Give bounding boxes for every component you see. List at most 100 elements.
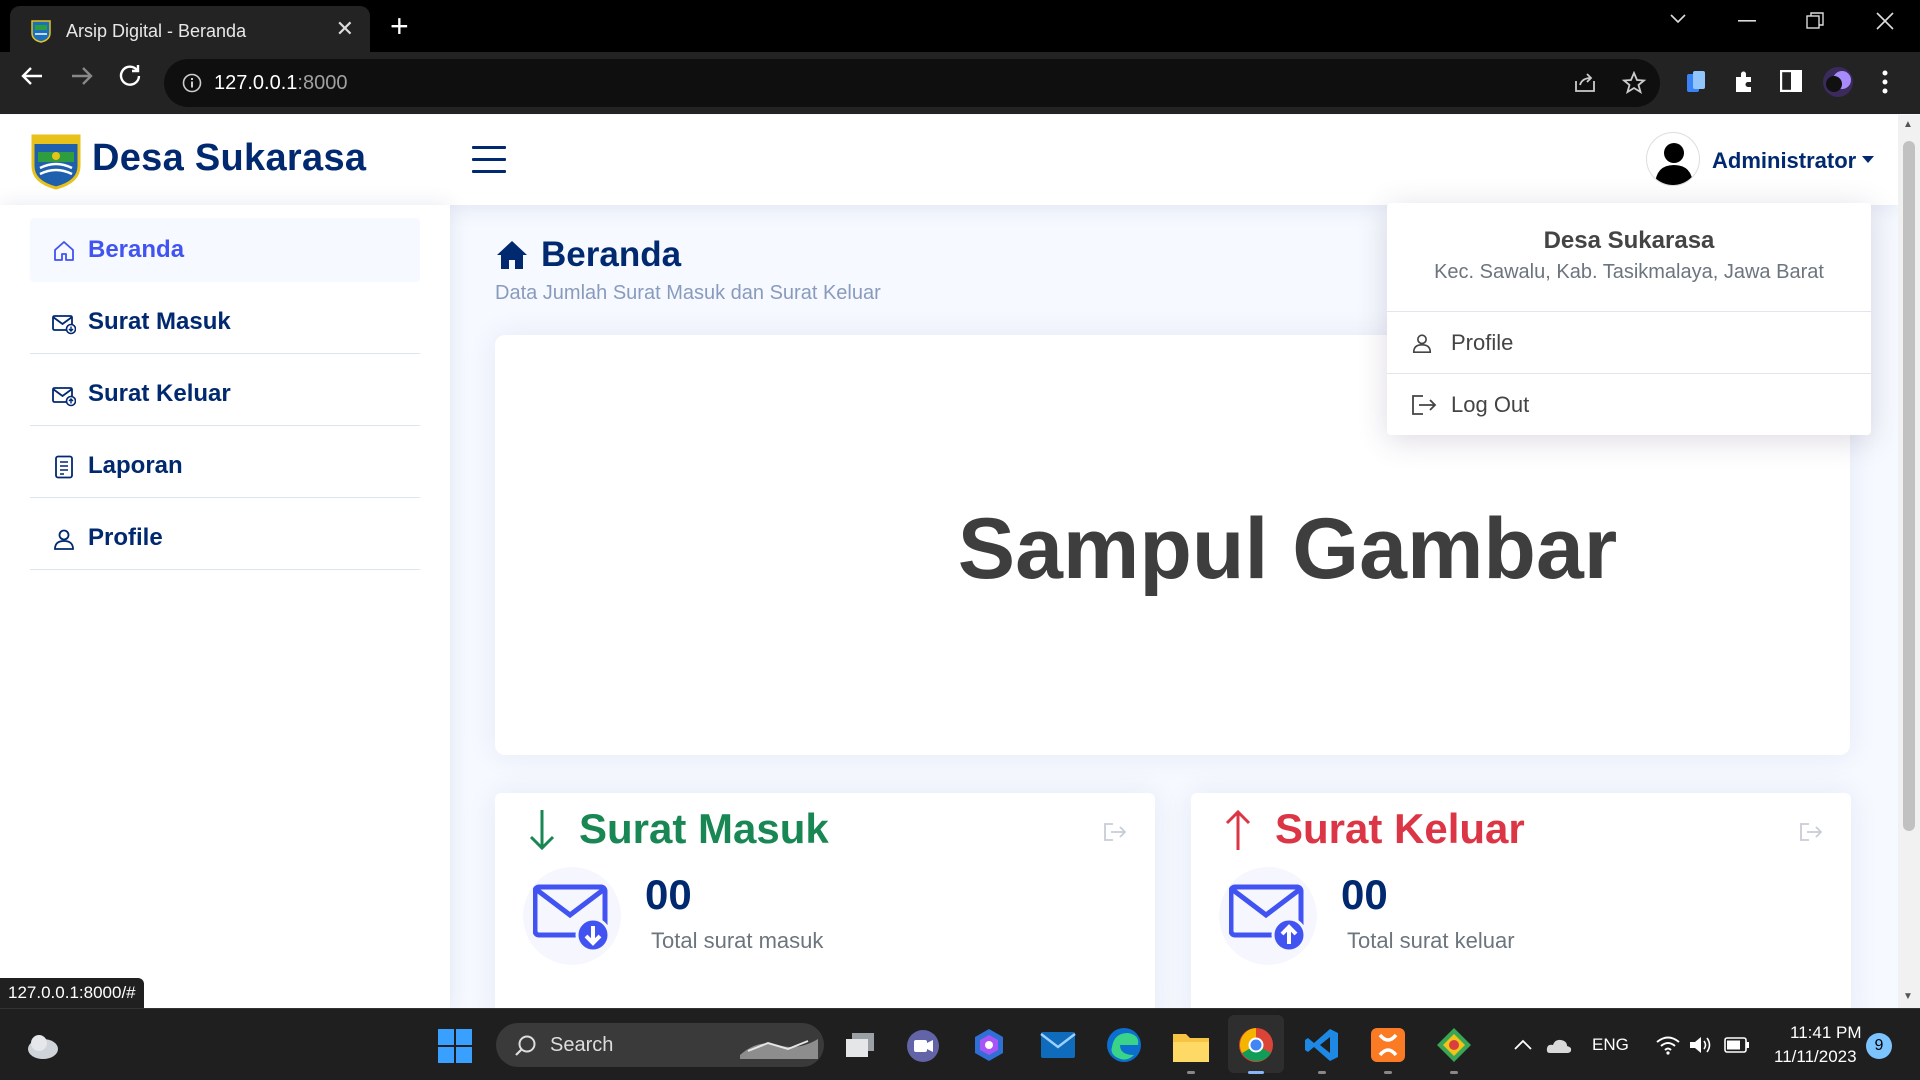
open-link-icon[interactable] <box>1103 822 1127 842</box>
search-highlight-icon <box>740 1039 818 1059</box>
side-panel-icon[interactable] <box>1780 70 1802 92</box>
profile-avatar-icon[interactable] <box>1822 66 1854 98</box>
copilot-icon[interactable] <box>972 1027 1006 1063</box>
new-tab-button[interactable]: + <box>390 8 409 45</box>
count-caption: Total surat masuk <box>651 928 824 953</box>
caret-down-icon[interactable] <box>1862 156 1874 163</box>
page-title: Beranda <box>541 235 682 274</box>
sidebar-item-surat-keluar[interactable]: Surat Keluar <box>30 362 420 426</box>
user-avatar[interactable] <box>1646 132 1700 186</box>
battery-icon[interactable] <box>1724 1037 1750 1053</box>
search-label: Search <box>550 1034 614 1056</box>
card-surat-keluar: Surat Keluar 00 Total surat keluar <box>1191 793 1851 1008</box>
browser-tab[interactable]: Arsip Digital - Beranda ✕ <box>10 6 370 52</box>
forward-icon[interactable] <box>70 66 94 86</box>
running-indicator <box>1248 1071 1264 1074</box>
dropdown-address: Kec. Sawalu, Kab. Tasikmalaya, Jawa Bara… <box>1434 261 1824 283</box>
person-icon <box>1412 334 1432 353</box>
task-view-icon[interactable] <box>844 1031 876 1061</box>
edge-icon[interactable] <box>1106 1027 1142 1063</box>
sidebar-item-label: Surat Masuk <box>88 308 231 335</box>
back-icon[interactable] <box>20 66 44 86</box>
home-icon <box>54 241 74 261</box>
count-caption: Total surat keluar <box>1347 928 1515 953</box>
scroll-down-icon[interactable]: ▼ <box>1903 991 1913 1002</box>
restore-icon[interactable] <box>1806 12 1824 30</box>
language-indicator[interactable]: ENG <box>1592 1035 1629 1055</box>
address-bar[interactable]: 127.0.0.1:8000 <box>164 59 1660 107</box>
mail-app-icon[interactable] <box>1040 1031 1076 1059</box>
mail-upload-icon <box>1229 884 1307 953</box>
wifi-icon[interactable] <box>1656 1035 1680 1055</box>
extensions-puzzle-icon[interactable] <box>1732 70 1756 94</box>
taskbar-search-box[interactable]: Search <box>496 1023 824 1067</box>
notification-badge[interactable]: 9 <box>1866 1033 1892 1059</box>
sidebar-item-beranda[interactable]: Beranda <box>30 218 420 282</box>
reload-icon[interactable] <box>118 64 142 88</box>
xampp-icon[interactable] <box>1370 1027 1406 1063</box>
weather-icon[interactable] <box>26 1031 60 1061</box>
share-icon[interactable] <box>1574 73 1596 93</box>
onedrive-icon[interactable] <box>1546 1035 1572 1055</box>
browser-tab-strip: Arsip Digital - Beranda ✕ + <box>0 0 1920 52</box>
sidebar-item-profile[interactable]: Profile <box>30 506 420 570</box>
village-emblem-icon <box>31 20 51 43</box>
sidebar-toggle-icon[interactable] <box>472 145 506 175</box>
extension-docs-icon[interactable] <box>1686 70 1706 94</box>
user-name[interactable]: Administrator <box>1712 148 1856 174</box>
mail-out-icon <box>52 387 76 407</box>
card-title: Surat Masuk <box>579 805 829 852</box>
open-link-icon[interactable] <box>1799 822 1823 842</box>
windows-start-icon[interactable] <box>438 1029 472 1063</box>
brand-name[interactable]: Desa Sukarasa <box>92 137 366 180</box>
volume-icon[interactable] <box>1688 1035 1714 1055</box>
status-bar-url: 127.0.0.1:8000/# <box>0 978 144 1008</box>
cover-image-placeholder: Sampul Gambar <box>957 501 1618 597</box>
inbox-icon-circle <box>523 867 621 965</box>
dropdown-item-label: Log Out <box>1451 392 1530 417</box>
sidebar-item-label: Profile <box>88 524 163 551</box>
search-icon <box>515 1035 536 1056</box>
scroll-up-icon[interactable]: ▲ <box>1903 119 1913 130</box>
person-icon <box>54 529 74 550</box>
running-indicator <box>1384 1071 1392 1074</box>
app-header: Desa Sukarasa Administrator <box>0 115 1898 205</box>
arrow-down-icon <box>529 810 555 851</box>
minimize-icon[interactable] <box>1738 20 1756 22</box>
tab-title: Arsip Digital - Beranda <box>66 21 247 41</box>
browser-toolbar: 127.0.0.1:8000 <box>0 52 1920 114</box>
windows-taskbar: Search ENG 11:41 PM 11/11/2023 9 <box>0 1008 1920 1080</box>
site-info-icon[interactable] <box>182 73 202 93</box>
running-indicator <box>1318 1071 1326 1074</box>
scroll-thumb[interactable] <box>1903 141 1915 831</box>
running-indicator <box>1450 1071 1458 1074</box>
meet-icon[interactable] <box>906 1029 940 1063</box>
person-silhouette-icon <box>1655 143 1693 185</box>
bookmark-star-icon[interactable] <box>1622 71 1646 95</box>
web-page: Desa Sukarasa Administrator Beranda Sura… <box>0 115 1898 1008</box>
clock-date[interactable]: 11/11/2023 <box>1774 1047 1857 1067</box>
village-logo-emblem <box>31 134 81 190</box>
sidebar-item-label: Laporan <box>88 452 183 479</box>
page-scrollbar[interactable]: ▲ ▼ <box>1898 115 1920 1008</box>
vscode-icon[interactable] <box>1304 1027 1340 1063</box>
page-subtitle: Data Jumlah Surat Masuk dan Surat Keluar <box>495 282 881 304</box>
dropdown-item-logout[interactable]: Log Out <box>1387 374 1871 434</box>
show-hidden-icons[interactable] <box>1514 1039 1532 1051</box>
report-icon <box>55 455 73 479</box>
sidebar-item-laporan[interactable]: Laporan <box>30 434 420 498</box>
sidebar: Beranda Surat Masuk Surat Keluar Laporan… <box>0 205 450 1008</box>
git-client-icon[interactable] <box>1436 1027 1472 1063</box>
tab-search-icon[interactable] <box>1670 14 1686 24</box>
sidebar-item-surat-masuk[interactable]: Surat Masuk <box>30 290 420 354</box>
window-close-icon[interactable] <box>1876 12 1894 30</box>
card-title: Surat Keluar <box>1275 805 1525 852</box>
chrome-icon[interactable] <box>1238 1027 1274 1063</box>
sidebar-item-label: Beranda <box>88 236 185 263</box>
sidebar-item-label: Surat Keluar <box>88 380 231 407</box>
chrome-menu-icon[interactable] <box>1882 70 1888 94</box>
dropdown-item-profile[interactable]: Profile <box>1387 312 1871 372</box>
tab-close-icon[interactable]: ✕ <box>336 16 354 42</box>
clock-time[interactable]: 11:41 PM <box>1790 1023 1862 1043</box>
file-explorer-icon[interactable] <box>1172 1029 1210 1063</box>
